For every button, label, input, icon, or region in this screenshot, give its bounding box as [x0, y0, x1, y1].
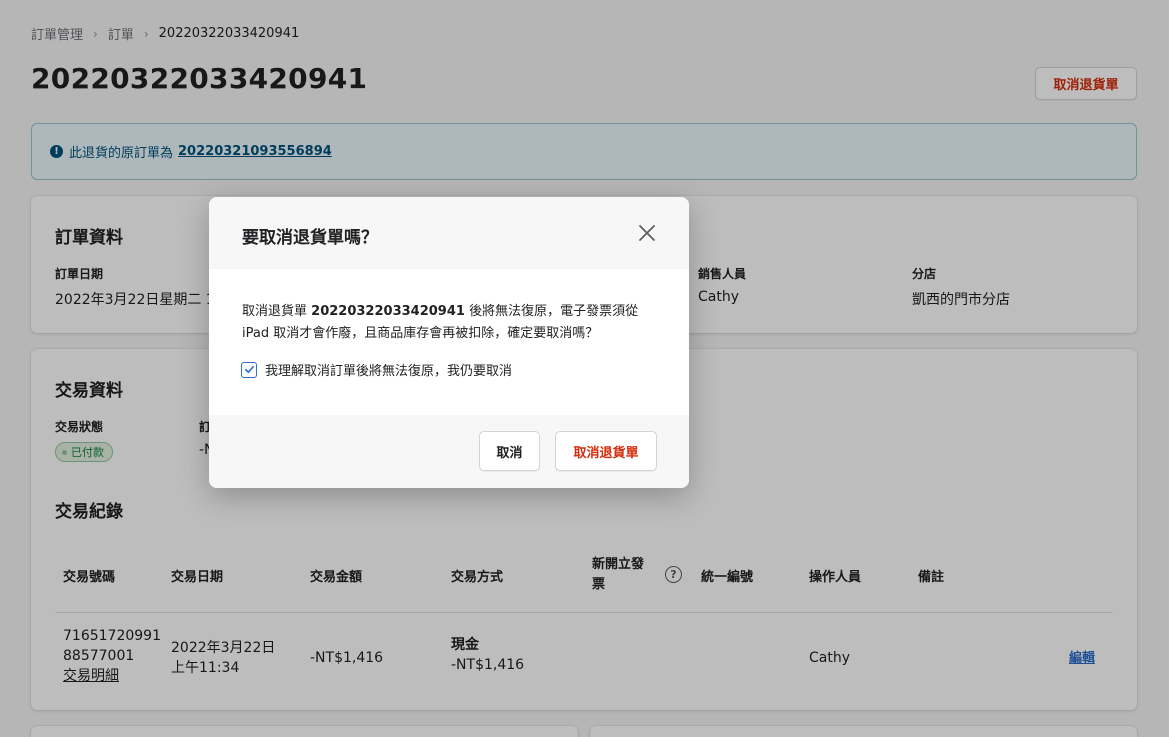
modal-footer: 取消 取消退貨單: [209, 415, 689, 488]
confirm-checkbox[interactable]: [241, 361, 257, 378]
modal-body-order-number: 20220322033420941: [311, 304, 465, 319]
confirm-checkbox-label: 我理解取消訂單後將無法復原，我仍要取消: [265, 364, 513, 379]
checkmark-icon: [244, 365, 254, 374]
modal-body-prefix: 取消退貨單: [242, 304, 308, 319]
modal-cancel-button[interactable]: 取消: [479, 431, 540, 471]
close-icon[interactable]: [637, 223, 657, 243]
modal-title: 要取消退貨單嗎？: [242, 228, 378, 248]
modal-confirm-cancel-return-button[interactable]: 取消退貨單: [555, 431, 657, 471]
modal-body: 取消退貨單 20220322033420941 後將無法復原，電子發票須從 iP…: [242, 301, 662, 345]
cancel-return-modal: 要取消退貨單嗎？ 取消退貨單 20220322033420941 後將無法復原，…: [209, 197, 689, 488]
confirm-checkbox-row[interactable]: 我理解取消訂單後將無法復原，我仍要取消: [241, 360, 512, 379]
modal-header: 要取消退貨單嗎？: [209, 197, 689, 269]
